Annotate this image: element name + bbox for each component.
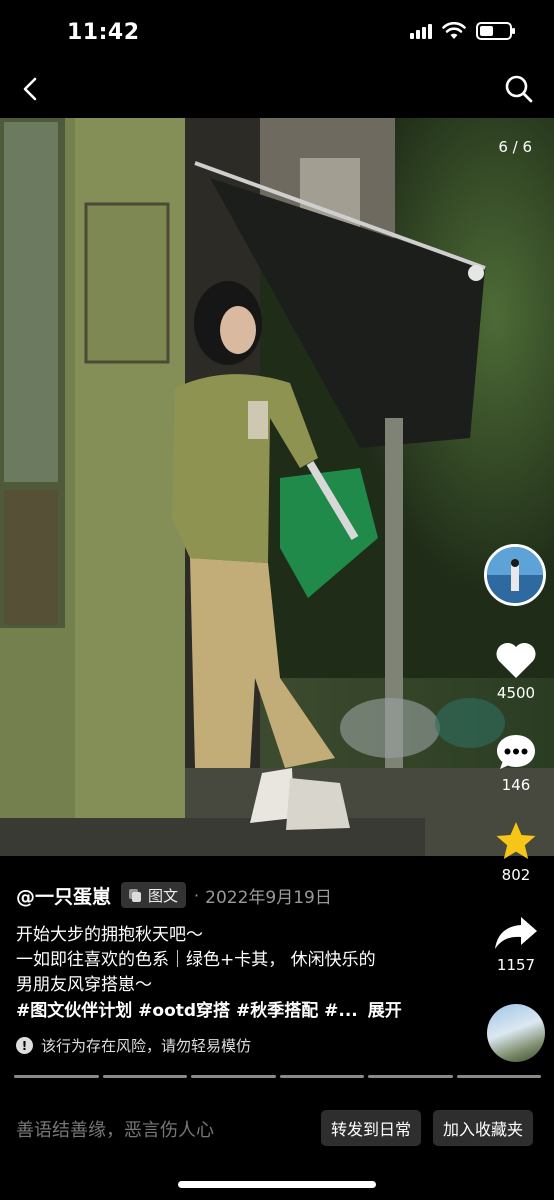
progress-segment [14,1075,99,1078]
status-time: 11:42 [67,20,140,45]
home-indicator[interactable] [178,1181,376,1188]
top-nav [0,64,554,118]
repost-button[interactable]: 转发到日常 [321,1110,422,1146]
author-row: @一只蛋崽 图文 · 2022年9月19日 [16,880,476,910]
image-progress [14,1075,541,1078]
risk-warning: ! 该行为存在风险，请勿轻易模仿 [16,1035,476,1056]
battery-icon [476,22,515,40]
status-bar: 11:42 [0,0,554,64]
share-count: 1157 [496,956,536,974]
caption-line: 男朋友风穿搭崽～ [16,975,152,995]
exclamation-icon: ! [16,1037,33,1054]
avatar-image [487,547,543,603]
image-stack-icon [129,888,142,902]
progress-segment [279,1075,364,1078]
author-name[interactable]: @一只蛋崽 [16,882,111,909]
chevron-left-icon[interactable] [14,72,48,106]
image-counter: 6 / 6 [498,138,532,156]
progress-segment [456,1075,541,1078]
hashtags: #图文伙伴计划 #ootd穿搭 #秋季搭配 #... 展开 [16,998,476,1025]
progress-segment [102,1075,187,1078]
progress-segment [368,1075,453,1078]
share-arrow-icon[interactable] [493,914,539,952]
cellular-signal-icon [410,23,432,39]
add-to-favorites-button[interactable]: 加入收藏夹 [433,1110,534,1146]
separator-dot: · [194,885,200,905]
warning-text: 该行为存在风险，请勿轻易模仿 [41,1037,252,1055]
favorite-count: 802 [501,866,531,884]
caption-line: 一如即往喜欢的色系｜绿色+卡其， 休闲快乐的 [16,950,376,970]
comment-bubble-icon[interactable] [494,732,538,772]
status-icons [410,22,515,40]
expand-link[interactable]: 展开 [368,1001,402,1021]
like-action[interactable]: 4500 [476,640,554,702]
bottom-bar: 善语结善缘，恶言伤人心 转发到日常 加入收藏夹 [0,1100,554,1160]
favorite-action[interactable]: 802 [476,820,554,884]
progress-segment [191,1075,276,1078]
badge-label: 图文 [148,886,179,905]
comment-count: 146 [501,776,531,794]
music-disc-avatar[interactable] [487,1004,545,1062]
star-icon[interactable] [494,820,538,862]
post-date: 2022年9月19日 [205,887,332,908]
post-type-badge: 图文 [121,882,187,908]
post-caption: @一只蛋崽 图文 · 2022年9月19日 开始大步的拥抱秋天吧～ 一如即往喜欢… [16,880,476,1056]
like-count: 4500 [496,684,536,702]
search-icon[interactable] [502,72,536,106]
wifi-icon [442,22,466,39]
hashtag-list[interactable]: #图文伙伴计划 #ootd穿搭 #秋季搭配 #... [16,1001,358,1021]
caption-line: 开始大步的拥抱秋天吧～ [16,925,203,945]
comment-action[interactable]: 146 [476,732,554,794]
photo-illustration [0,118,554,856]
heart-icon[interactable] [494,640,538,680]
share-action[interactable]: 1157 [476,914,554,974]
author-avatar[interactable] [484,544,546,606]
comment-input[interactable]: 善语结善缘，恶言伤人心 [16,1116,214,1142]
post-photo[interactable]: 6 / 6 [0,118,554,856]
